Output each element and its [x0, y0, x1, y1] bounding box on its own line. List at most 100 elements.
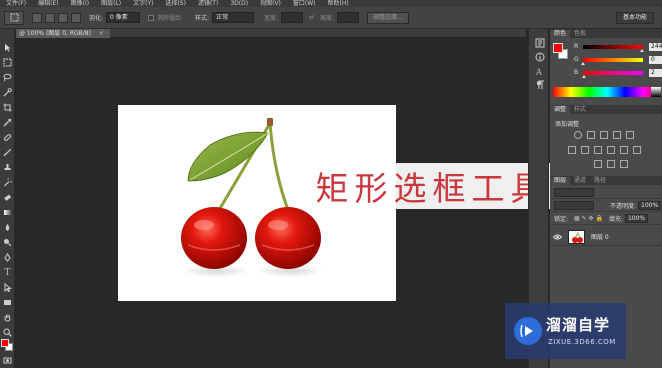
feather-input[interactable]: 0 像素	[106, 12, 141, 23]
layer-row[interactable]: 图层 0	[550, 228, 662, 246]
threshold-icon[interactable]	[620, 160, 628, 168]
lasso-tool-icon[interactable]	[2, 72, 13, 83]
channel-b-value[interactable]: 2	[649, 69, 662, 77]
menu-select[interactable]: 选择(S)	[159, 0, 192, 7]
menu-window[interactable]: 窗口(W)	[287, 0, 322, 7]
eye-icon[interactable]	[552, 233, 563, 241]
antialias-label: 消除锯齿	[157, 15, 182, 22]
channel-g-slider[interactable]	[583, 58, 643, 62]
crop-tool-icon[interactable]	[2, 102, 13, 113]
workspace-switcher[interactable]: 基本功能	[615, 12, 654, 24]
style-select[interactable]: 正常	[212, 12, 255, 23]
invert-icon[interactable]	[594, 160, 602, 168]
layer-kind-filter[interactable]	[554, 188, 594, 197]
dodge-tool-icon[interactable]	[2, 237, 13, 248]
quick-mask-icon[interactable]	[2, 355, 13, 366]
intersect-selection-button[interactable]	[71, 12, 81, 23]
hue-saturation-icon[interactable]	[568, 146, 576, 154]
pen-tool-icon[interactable]	[2, 252, 13, 263]
rectangular-marquee-tool-icon[interactable]	[2, 57, 13, 68]
character-panel-icon[interactable]: A	[533, 65, 546, 76]
brightness-contrast-icon[interactable]	[574, 131, 582, 139]
height-input[interactable]	[337, 12, 360, 23]
exposure-icon[interactable]	[613, 131, 621, 139]
eraser-tool-icon[interactable]	[2, 192, 13, 203]
vibrance-icon[interactable]	[626, 131, 634, 139]
rectangle-shape-tool-icon[interactable]	[2, 297, 13, 308]
tab-swatches[interactable]: 色板	[570, 30, 590, 38]
channel-r-knob[interactable]	[640, 49, 644, 52]
menu-edit[interactable]: 编辑(E)	[32, 0, 64, 7]
photo-filter-icon[interactable]	[607, 146, 615, 154]
tab-color[interactable]: 颜色	[550, 30, 571, 38]
menu-file[interactable]: 文件(F)	[0, 0, 32, 7]
document-tab[interactable]: @ 100% (图层 0, RGB/8) ×	[16, 29, 110, 38]
channel-mixer-icon[interactable]	[620, 146, 628, 154]
color-balance-icon[interactable]	[581, 146, 589, 154]
channel-b-knob[interactable]	[582, 75, 586, 78]
svg-text:A: A	[535, 67, 542, 76]
eyedropper-tool-icon[interactable]	[2, 117, 13, 128]
curves-icon[interactable]	[600, 131, 608, 139]
tab-adjustments[interactable]: 调整	[550, 106, 571, 114]
tab-styles[interactable]: 样式	[570, 106, 590, 114]
add-selection-button[interactable]	[45, 12, 55, 23]
zoom-tool-icon[interactable]	[2, 327, 13, 338]
width-input[interactable]	[281, 12, 304, 23]
menu-help[interactable]: 帮助(H)	[322, 0, 355, 7]
blur-tool-icon[interactable]	[2, 222, 13, 233]
menu-view[interactable]: 视图(V)	[254, 0, 287, 7]
close-tab-icon[interactable]: ×	[99, 30, 104, 37]
blend-mode-select[interactable]	[554, 201, 594, 210]
lock-label: 锁定:	[554, 216, 569, 223]
foreground-color-swatch[interactable]	[1, 339, 9, 347]
menu-filter[interactable]: 滤镜(T)	[192, 0, 224, 7]
marquee-icon	[10, 13, 18, 22]
refine-edge-button[interactable]: 调整边缘...	[367, 11, 409, 24]
watermark: 溜溜自学 ZIXUE.3D66.COM	[505, 303, 626, 359]
history-brush-tool-icon[interactable]	[2, 177, 13, 188]
black-white-icon[interactable]	[594, 146, 602, 154]
levels-icon[interactable]	[587, 131, 595, 139]
type-tool-icon[interactable]: T	[2, 267, 13, 278]
new-selection-button[interactable]	[32, 12, 42, 23]
document-tab-title: @ 100% (图层 0, RGB/8)	[19, 30, 91, 37]
tab-paths[interactable]: 路径	[590, 177, 610, 185]
channel-r-value[interactable]: 244	[649, 43, 662, 51]
healing-brush-tool-icon[interactable]	[2, 132, 13, 143]
color-spectrum-bar[interactable]	[553, 87, 661, 97]
opacity-input[interactable]: 100%	[638, 201, 662, 210]
antialias-checkbox[interactable]	[148, 14, 155, 21]
subtract-selection-button[interactable]	[58, 12, 68, 23]
tab-channels[interactable]: 通道	[570, 177, 590, 185]
hand-tool-icon[interactable]	[2, 312, 13, 323]
gradient-tool-icon[interactable]	[2, 207, 13, 218]
swap-icon[interactable]: ⇄	[309, 14, 314, 21]
info-panel-icon[interactable]	[533, 51, 546, 62]
channel-g-label: G	[574, 56, 579, 63]
menu-type[interactable]: 文字(Y)	[127, 0, 159, 7]
channel-g-knob[interactable]	[581, 62, 585, 65]
tool-preset-picker[interactable]	[4, 10, 24, 25]
channel-g-value[interactable]: 0	[649, 56, 662, 64]
quick-selection-tool-icon[interactable]	[2, 87, 13, 98]
paragraph-panel-icon[interactable]	[533, 79, 546, 90]
channel-g: G 0	[574, 55, 662, 65]
channel-r-slider[interactable]	[583, 45, 643, 49]
tab-layers[interactable]: 图层	[550, 177, 571, 185]
brush-tool-icon[interactable]	[2, 147, 13, 158]
path-selection-tool-icon[interactable]	[2, 282, 13, 293]
menu-layer[interactable]: 图层(L)	[95, 0, 127, 7]
history-panel-icon[interactable]	[533, 37, 546, 48]
posterize-icon[interactable]	[607, 160, 615, 168]
channel-b-slider[interactable]	[583, 71, 643, 75]
panel-foreground-swatch[interactable]	[553, 43, 563, 53]
move-tool-icon[interactable]	[2, 42, 13, 53]
layer-name[interactable]: 图层 0	[591, 232, 609, 241]
color-lookup-icon[interactable]	[633, 146, 641, 154]
lock-icons[interactable]: ▦ ✎ ✥ 🔒	[574, 215, 603, 222]
fill-input[interactable]: 100%	[624, 214, 649, 223]
clone-stamp-tool-icon[interactable]	[2, 162, 13, 173]
menu-3d[interactable]: 3D(D)	[224, 0, 254, 7]
menu-image[interactable]: 图像(I)	[65, 0, 95, 7]
